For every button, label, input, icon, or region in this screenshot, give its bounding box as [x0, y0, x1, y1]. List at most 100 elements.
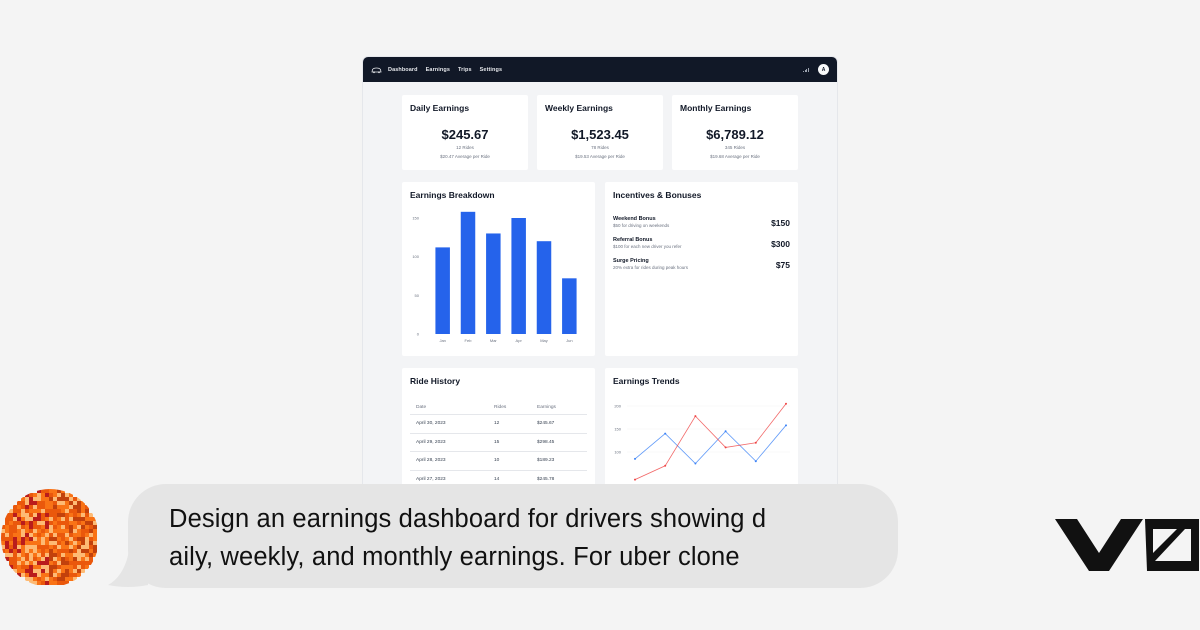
avatar-pixel: [21, 497, 25, 501]
avatar-pixel: [65, 533, 69, 537]
monthly-average: $19.68 Average per Ride: [710, 154, 760, 159]
avatar-pixel: [53, 573, 57, 577]
avatar-pixel: [65, 541, 69, 545]
car-logo-icon[interactable]: [371, 66, 382, 74]
avatar-pixel: [17, 545, 21, 549]
avatar-pixel: [25, 553, 29, 557]
avatar-pixel: [49, 561, 53, 565]
avatar-pixel: [25, 537, 29, 541]
avatar-pixel: [81, 517, 85, 521]
card-title: Weekly Earnings: [545, 103, 613, 113]
cell-date: April 27, 2023: [416, 476, 446, 482]
weekly-rides-count: 78 Rides: [591, 145, 609, 150]
avatar-pixel: [85, 537, 89, 541]
avatar-pixel: [65, 561, 69, 565]
avatar-pixel: [17, 537, 21, 541]
avatar-pixel: [25, 513, 29, 517]
avatar-pixel: [73, 557, 77, 561]
incentive-amount: $300: [771, 239, 790, 249]
avatar-pixel: [77, 505, 81, 509]
avatar-pixel: [37, 569, 41, 573]
avatar-pixel: [5, 537, 9, 541]
avatar-pixel: [73, 541, 77, 545]
daily-earnings-card: Daily Earnings $245.67 12 Rides $20.47 A…: [402, 95, 528, 170]
avatar-pixel: [49, 581, 53, 585]
y-tick-label: 100: [412, 254, 419, 259]
avatar-pixel: [9, 533, 13, 537]
incentive-amount: $75: [775, 260, 790, 270]
avatar-pixel: [61, 569, 65, 573]
avatar-pixel: [33, 509, 37, 513]
nav-link-earnings[interactable]: Earnings: [426, 67, 450, 73]
avatar-pixel: [81, 529, 85, 533]
avatar-pixel: [73, 501, 77, 505]
avatar-pixel: [9, 545, 13, 549]
series-line: [634, 403, 787, 480]
avatar-pixel: [45, 541, 49, 545]
avatar-pixel: [49, 569, 53, 573]
avatar-pixel: [37, 561, 41, 565]
table-row[interactable]: April 30, 2023 12 $245.67: [410, 415, 587, 434]
avatar-pixel: [65, 573, 69, 577]
avatar-pixel: [21, 561, 25, 565]
bar: [562, 278, 577, 334]
series-line: [634, 425, 787, 465]
weekly-earnings-card: Weekly Earnings $1,523.45 78 Rides $19.5…: [537, 95, 663, 170]
earnings-line-chart: 200 150 100: [614, 402, 790, 481]
avatar-pixel: [69, 521, 73, 525]
avatar-pixel: [69, 573, 73, 577]
incentive-name: Weekend Bonus: [613, 216, 656, 222]
avatar-pixel: [21, 545, 25, 549]
avatar-pixel: [77, 513, 81, 517]
avatar-pixel: [53, 537, 57, 541]
avatar-pixel: [77, 573, 81, 577]
incentive-desc: $50 for driving on weekends: [613, 223, 670, 228]
nav-link-trips[interactable]: Trips: [458, 67, 472, 73]
avatar-pixel: [33, 533, 37, 537]
avatar-pixel: [49, 557, 53, 561]
avatar-pixel: [45, 573, 49, 577]
avatar-pixel: [21, 521, 25, 525]
avatar-pixel: [41, 557, 45, 561]
avatar-pixel: [5, 545, 9, 549]
avatar-pixel: [13, 545, 17, 549]
avatar-pixel: [89, 537, 93, 541]
avatar-pixel: [57, 577, 61, 581]
cell-rides: 12: [494, 421, 500, 427]
card-title: Daily Earnings: [410, 103, 470, 113]
avatar-pixel: [33, 501, 37, 505]
avatar-pixel: [37, 581, 41, 585]
column-header-earnings[interactable]: Earnings: [537, 405, 556, 410]
avatar-pixel: [61, 565, 65, 569]
avatar-pixel: [29, 553, 33, 557]
avatar-pixel: [53, 489, 57, 493]
top-navbar: Dashboard Earnings Trips Settings A: [363, 57, 837, 82]
user-avatar[interactable]: A: [818, 64, 829, 75]
avatar-pixel: [37, 577, 41, 581]
table-row[interactable]: April 29, 2023 15 $298.45: [410, 434, 587, 452]
avatar-pixel: [29, 549, 33, 553]
avatar-pixel: [45, 577, 49, 581]
avatar-pixel: [61, 545, 65, 549]
avatar-pixel: [93, 553, 97, 557]
avatar-pixel: [81, 509, 85, 513]
avatar-pixel: [49, 545, 53, 549]
avatar-pixel: [89, 557, 93, 561]
column-header-date[interactable]: Date: [416, 405, 494, 410]
avatar-pixel: [77, 553, 81, 557]
column-header-rides[interactable]: Rides: [494, 405, 537, 410]
avatar-pixel: [65, 493, 69, 497]
avatar-pixel: [89, 529, 93, 533]
cell-date: April 28, 2023: [416, 458, 446, 464]
nav-link-dashboard[interactable]: Dashboard: [388, 67, 418, 73]
avatar-pixel: [69, 517, 73, 521]
daily-rides-count: 12 Rides: [456, 145, 474, 150]
avatar-pixel: [77, 541, 81, 545]
avatar-pixel: [57, 525, 61, 529]
avatar-pixel: [45, 553, 49, 557]
nav-link-settings[interactable]: Settings: [480, 67, 503, 73]
avatar-pixel: [5, 553, 9, 557]
avatar-pixel: [89, 553, 93, 557]
avatar-pixel: [25, 573, 29, 577]
table-row[interactable]: April 28, 2023 10 $189.23: [410, 452, 587, 471]
